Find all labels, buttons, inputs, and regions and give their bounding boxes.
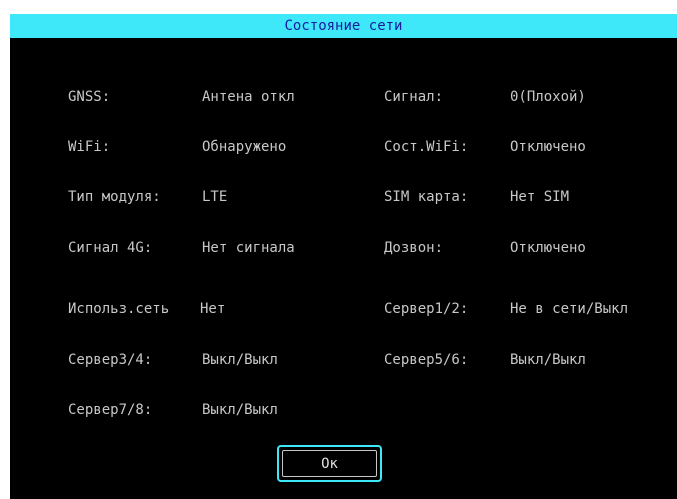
ok-button[interactable]: Ок (277, 445, 382, 482)
server-7-8-label: Сервер7/8: (68, 402, 153, 418)
status-row-module: Тип модуля: LTE SIM карта: Нет SIM (10, 187, 677, 207)
status-row-servers-7-8: Сервер7/8: Выкл/Выкл (10, 400, 677, 420)
status-row-4g: Сигнал 4G: Нет сигнала Дозвон: Отключено (10, 238, 677, 258)
gnss-label: GNSS: (68, 89, 111, 105)
server-3-4-value: Выкл/Выкл (202, 352, 278, 368)
module-type-label: Тип модуля: (68, 189, 161, 205)
wifi-state-value: Отключено (510, 139, 586, 155)
status-row-servers-3-6: Сервер3/4: Выкл/Выкл Сервер5/6: Выкл/Вык… (10, 350, 677, 370)
dialog-title: Состояние сети (10, 14, 677, 38)
signal-value: 0(Плохой) (510, 89, 586, 105)
signal-label: Сигнал: (384, 89, 444, 105)
signal-4g-label: Сигнал 4G: (68, 240, 153, 256)
dialup-value: Отключено (510, 240, 586, 256)
signal-4g-value: Нет сигнала (202, 240, 295, 256)
wifi-label: WiFi: (68, 139, 111, 155)
network-status-dialog: Состояние сети GNSS: Антена откл Сигнал:… (10, 14, 677, 499)
wifi-state-label: Сост.WiFi: (384, 139, 469, 155)
server-1-2-value: Не в сети/Выкл (510, 301, 629, 317)
network-use-label: Использ.сеть (68, 301, 170, 317)
status-row-wifi: WiFi: Обнаружено Сост.WiFi: Отключено (10, 137, 677, 157)
network-use-value: Нет (200, 301, 226, 317)
server-5-6-value: Выкл/Выкл (510, 352, 586, 368)
wifi-value: Обнаружено (202, 139, 287, 155)
server-7-8-value: Выкл/Выкл (202, 402, 278, 418)
status-row-gnss: GNSS: Антена откл Сигнал: 0(Плохой) (10, 87, 677, 107)
ok-button-label: Ок (282, 450, 377, 477)
server-1-2-label: Сервер1/2: (384, 301, 469, 317)
server-5-6-label: Сервер5/6: (384, 352, 469, 368)
gnss-value: Антена откл (202, 89, 295, 105)
sim-card-label: SIM карта: (384, 189, 469, 205)
module-type-value: LTE (202, 189, 228, 205)
sim-card-value: Нет SIM (510, 189, 570, 205)
status-row-network: Использ.сеть Нет Сервер1/2: Не в сети/Вы… (10, 299, 677, 319)
server-3-4-label: Сервер3/4: (68, 352, 153, 368)
dialup-label: Дозвон: (384, 240, 444, 256)
